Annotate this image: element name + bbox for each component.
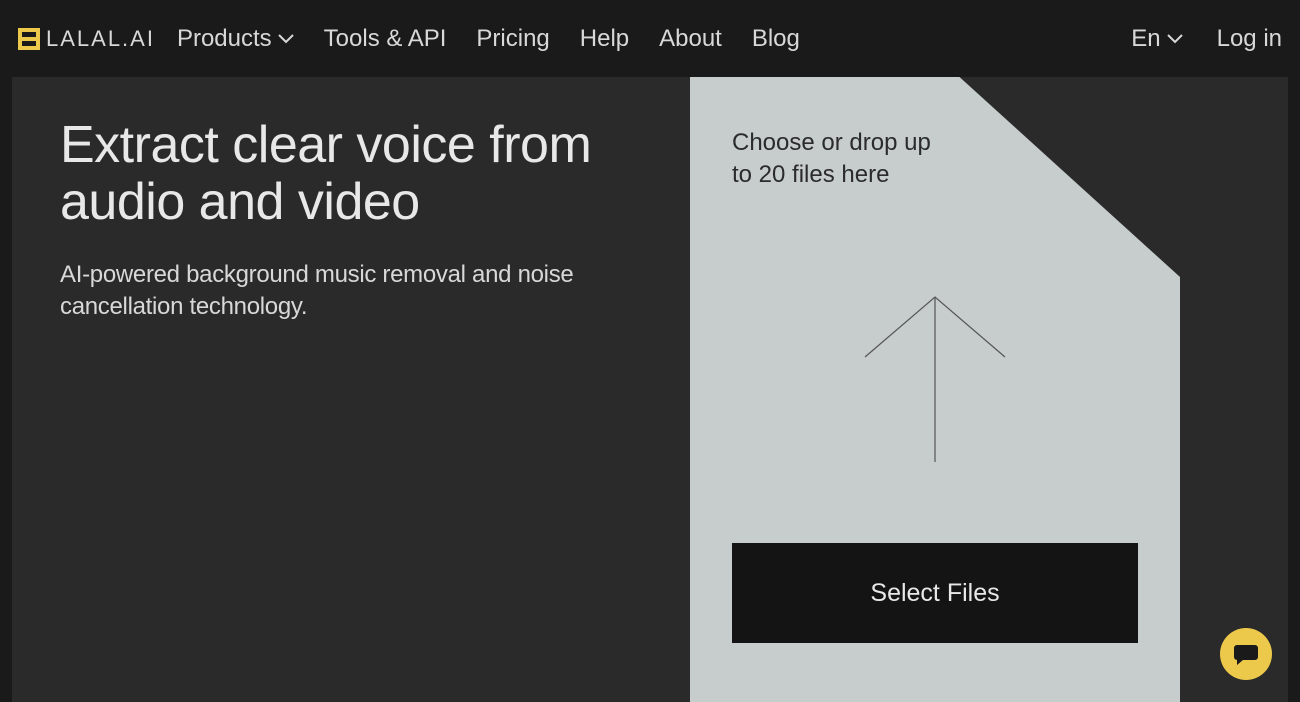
language-selector[interactable]: En — [1131, 25, 1182, 53]
nav-products[interactable]: Products — [177, 25, 294, 53]
login-link[interactable]: Log in — [1217, 25, 1282, 53]
nav-products-label: Products — [177, 25, 272, 53]
hero-title: Extract clear voice from audio and video — [60, 117, 650, 231]
logo[interactable]: LALAL.AI — [18, 26, 155, 52]
upload-hint: Choose or drop up to 20 files here — [732, 127, 952, 192]
nav-blog[interactable]: Blog — [752, 25, 800, 53]
primary-nav: Products Tools & API Pricing Help About … — [177, 25, 1131, 53]
logo-icon — [18, 28, 40, 50]
nav-tools-api[interactable]: Tools & API — [324, 25, 447, 53]
upload-arrow-icon — [850, 287, 1020, 467]
chat-widget-button[interactable] — [1220, 628, 1272, 680]
nav-pricing-label: Pricing — [476, 25, 549, 53]
nav-pricing[interactable]: Pricing — [476, 25, 549, 53]
nav-help-label: Help — [580, 25, 629, 53]
logo-text: LALAL.AI — [46, 26, 155, 52]
main-panel: Extract clear voice from audio and video… — [12, 77, 1288, 702]
nav-about-label: About — [659, 25, 722, 53]
upload-card[interactable]: Choose or drop up to 20 files here Selec… — [690, 77, 1180, 702]
chevron-down-icon — [278, 34, 294, 44]
nav-blog-label: Blog — [752, 25, 800, 53]
hero-subtitle: AI-powered background music removal and … — [60, 259, 580, 321]
header-right: En Log in — [1131, 25, 1282, 53]
hero: Extract clear voice from audio and video… — [60, 117, 650, 662]
nav-help[interactable]: Help — [580, 25, 629, 53]
header: LALAL.AI Products Tools & API Pricing He… — [0, 0, 1300, 77]
select-files-button[interactable]: Select Files — [732, 543, 1138, 643]
select-files-label: Select Files — [870, 579, 999, 608]
nav-tools-label: Tools & API — [324, 25, 447, 53]
login-label: Log in — [1217, 25, 1282, 52]
chevron-down-icon — [1167, 34, 1183, 44]
chat-icon — [1233, 642, 1259, 666]
nav-about[interactable]: About — [659, 25, 722, 53]
language-label: En — [1131, 25, 1160, 53]
